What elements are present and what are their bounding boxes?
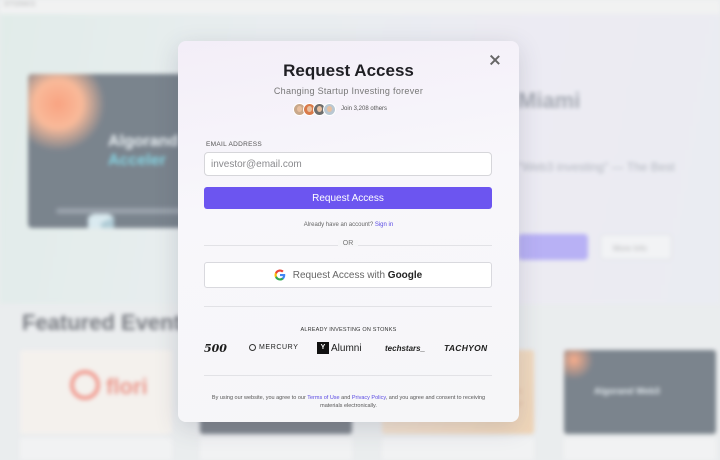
join-count: Join 3,208 others bbox=[293, 101, 387, 117]
investor-logos: 500 MERCURY Y Alumni techstars_ TACHYON bbox=[204, 341, 494, 357]
request-access-modal: Request Access Changing Startup Investin… bbox=[178, 41, 519, 422]
google-button-label: Request Access with Google bbox=[293, 270, 423, 281]
terms-pre: By using our website, you agree to our bbox=[211, 395, 308, 401]
avatar-stack bbox=[293, 102, 336, 116]
mercury-icon bbox=[249, 344, 256, 351]
email-label: EMAIL ADDRESS bbox=[206, 141, 263, 148]
have-account-text: Already have an account? bbox=[303, 222, 374, 228]
mercury-word: MERCURY bbox=[259, 344, 299, 351]
logo-yc-alumni: Y Alumni bbox=[317, 342, 362, 354]
terms-notice: By using our website, you agree to our T… bbox=[202, 394, 495, 410]
or-label: OR bbox=[338, 240, 358, 247]
modal-subtitle: Changing Startup Investing forever bbox=[273, 86, 424, 96]
join-text: Join 3,208 others bbox=[341, 106, 388, 112]
yc-word: Alumni bbox=[331, 342, 362, 354]
yc-box: Y bbox=[317, 342, 329, 354]
investing-label: ALREADY INVESTING ON STONKS bbox=[300, 327, 397, 333]
terms-of-use-link[interactable]: Terms of Use bbox=[307, 395, 339, 401]
email-field[interactable] bbox=[204, 152, 492, 176]
avatar bbox=[323, 102, 336, 116]
request-access-button[interactable]: Request Access bbox=[204, 187, 492, 209]
privacy-policy-link[interactable]: Privacy Policy bbox=[352, 395, 386, 401]
signin-line: Already have an account? Sign in bbox=[178, 222, 519, 228]
google-icon bbox=[274, 269, 285, 281]
logo-500: 500 bbox=[204, 342, 227, 355]
logo-tachyon: TACHYON bbox=[444, 343, 488, 353]
google-button-brand: Google bbox=[387, 269, 423, 281]
terms-and: and bbox=[339, 395, 352, 401]
modal-title: Request Access bbox=[283, 61, 414, 80]
logo-techstars: techstars_ bbox=[385, 344, 426, 353]
or-divider: OR bbox=[204, 240, 492, 250]
google-button-prefix: Request Access with bbox=[292, 269, 388, 281]
sign-in-link[interactable]: Sign in bbox=[375, 222, 393, 228]
section-divider bbox=[204, 306, 492, 307]
section-divider bbox=[204, 375, 492, 376]
google-request-button[interactable]: Request Access with Google bbox=[204, 262, 492, 288]
logo-mercury: MERCURY bbox=[249, 344, 298, 351]
